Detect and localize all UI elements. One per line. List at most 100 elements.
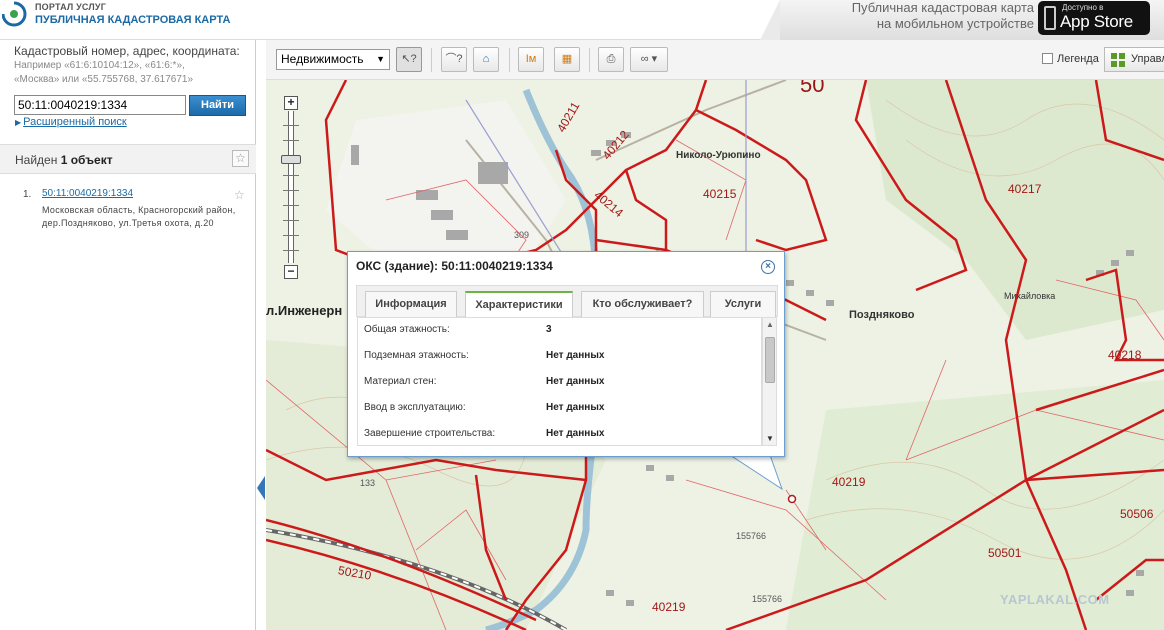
scroll-down-icon[interactable]: ▼ xyxy=(766,434,774,443)
map-label-quarter: 40215 xyxy=(703,187,737,201)
measure-area-icon[interactable]: ▦ xyxy=(554,47,580,72)
characteristic-row: Материал стен: Нет данных xyxy=(358,370,758,396)
search-button[interactable]: Найти xyxy=(189,95,246,116)
characteristic-label: Ввод в эксплуатацию: xyxy=(364,402,466,413)
characteristic-row: Завершение строительства: Нет данных xyxy=(358,422,758,445)
advanced-search-link[interactable]: ▶ Расширенный поиск xyxy=(15,116,127,128)
tab-information[interactable]: Информация xyxy=(365,291,457,317)
watermark: YAPLAKAL.COM xyxy=(1000,592,1110,607)
map-toolbar: Недвижимость ▼ ↖? ⌒? ⌂ Iм ▦ ⎙ ∞ ▾ Легенд… xyxy=(266,40,1164,80)
manage-layers-button[interactable]: Управл xyxy=(1104,47,1164,72)
identify-area-icon[interactable]: ⌒? xyxy=(441,47,467,72)
tab-who-serves[interactable]: Кто обслуживает? xyxy=(581,291,704,317)
map-label-quarter: 40219 xyxy=(832,475,866,489)
results-found-label: Найден xyxy=(15,153,61,167)
portal-logo-icon[interactable] xyxy=(2,0,30,30)
zoom-in-button[interactable]: + xyxy=(284,96,298,110)
results-count: 1 объект xyxy=(60,153,113,167)
result-star-icon[interactable]: ☆ xyxy=(234,188,245,202)
characteristic-value: Нет данных xyxy=(546,428,605,439)
map-label-district: 50 xyxy=(800,80,825,97)
search-input[interactable] xyxy=(14,95,186,115)
characteristic-value: Нет данных xyxy=(546,376,605,387)
phone-icon xyxy=(1044,6,1056,30)
characteristic-label: Материал стен: xyxy=(364,376,437,387)
map-label-parcel: 309 xyxy=(514,230,530,240)
zoom-tick xyxy=(283,125,299,126)
portal-name: ПОРТАЛ УСЛУГ xyxy=(35,2,106,12)
favorite-star-icon[interactable]: ☆ xyxy=(232,150,249,167)
layer-select[interactable]: Недвижимость ▼ xyxy=(276,49,390,70)
collapse-sidebar-icon[interactable] xyxy=(257,476,265,500)
appstore-big-text: App Store xyxy=(1060,12,1133,31)
zoom-slider-track[interactable] xyxy=(288,111,294,263)
toolbar-separator xyxy=(509,48,510,72)
map-label-quarter: 50506 xyxy=(1120,507,1154,521)
triangle-right-icon: ▶ xyxy=(15,118,22,127)
search-label: Кадастровый номер, адрес, координата: xyxy=(14,44,240,58)
map-label-parcel: 133 xyxy=(360,478,376,488)
result-number: 1. xyxy=(23,189,32,200)
results-count-text: Найден 1 объект xyxy=(15,153,113,167)
zoom-tick xyxy=(283,250,299,251)
layer-select-value: Недвижимость xyxy=(281,52,364,66)
characteristic-label: Общая этажность: xyxy=(364,324,450,335)
popup-scrollbar[interactable]: ▲ ▼ xyxy=(762,317,777,446)
characteristic-row: Подземная этажность: Нет данных xyxy=(358,344,758,370)
result-cadastral-link[interactable]: 50:11:0040219:1334 xyxy=(42,188,133,199)
map-label-street: л.Инженерн xyxy=(266,303,343,318)
toolbar-separator xyxy=(431,48,432,72)
mobile-banner-line2: на мобильном устройстве xyxy=(876,16,1034,31)
zoom-tick xyxy=(283,205,299,206)
map-label-parcel: 155766 xyxy=(736,531,767,541)
zoom-tick xyxy=(283,235,299,236)
map-label-quarter: 40219 xyxy=(652,600,686,614)
toolbar-separator xyxy=(589,48,590,72)
advanced-search-label: Расширенный поиск xyxy=(23,116,127,128)
characteristic-row: Ввод в эксплуатацию: Нет данных xyxy=(358,396,758,422)
legend-label[interactable]: Легенда xyxy=(1057,53,1099,65)
mobile-banner-line1: Публичная кадастровая карта xyxy=(851,0,1034,15)
object-info-popup: ОКС (здание): 50:11:0040219:1334 × Инфор… xyxy=(347,251,785,457)
result-address: Московская область, Красногорский район,… xyxy=(42,205,236,228)
tab-services[interactable]: Услуги xyxy=(710,291,776,317)
map-label-quarter: 40218 xyxy=(1108,348,1142,362)
search-hint: «Москва» или «55.755768, 37.617671» xyxy=(14,74,194,85)
zoom-tick xyxy=(283,175,299,176)
map-label-parcel: 155766 xyxy=(752,594,783,604)
appstore-button[interactable]: Доступно в App Store xyxy=(1038,1,1150,35)
dropdown-arrow-icon: ▼ xyxy=(376,54,385,64)
scroll-up-icon[interactable]: ▲ xyxy=(766,320,774,329)
mobile-banner[interactable]: Публичная кадастровая карта на мобильном… xyxy=(760,0,1164,40)
characteristic-label: Подземная этажность: xyxy=(364,350,469,361)
characteristic-value: 3 xyxy=(546,324,552,335)
characteristic-value: Нет данных xyxy=(546,350,605,361)
print-icon[interactable]: ⎙ xyxy=(598,47,624,72)
map-label-place: Николо-Урюпино xyxy=(676,150,761,161)
map-label-quarter: 50501 xyxy=(988,546,1022,560)
characteristic-value: Нет данных xyxy=(546,402,605,413)
identify-cursor-icon[interactable]: ↖? xyxy=(396,47,422,72)
zoom-slider-handle[interactable] xyxy=(281,155,301,164)
results-header: Найден 1 объект ☆ xyxy=(0,144,256,174)
tab-characteristics[interactable]: Характеристики xyxy=(465,291,573,318)
zoom-tick xyxy=(283,140,299,141)
measure-distance-icon[interactable]: Iм xyxy=(518,47,544,72)
zoom-out-button[interactable]: − xyxy=(284,265,298,279)
header: ПОРТАЛ УСЛУГ ПУБЛИЧНАЯ КАДАСТРОВАЯ КАРТА… xyxy=(0,0,1164,40)
link-icon[interactable]: ∞ ▾ xyxy=(630,47,668,72)
characteristic-label: Завершение строительства: xyxy=(364,428,496,439)
layers-grid-icon xyxy=(1111,53,1125,67)
sidebar: Кадастровый номер, адрес, координата: На… xyxy=(0,40,265,630)
legend-checkbox[interactable] xyxy=(1042,53,1053,64)
zoom-tick xyxy=(283,220,299,221)
scrollbar-thumb[interactable] xyxy=(765,337,775,383)
manage-layers-label: Управл xyxy=(1131,53,1164,65)
zoom-tick xyxy=(283,190,299,191)
close-icon[interactable]: × xyxy=(761,260,775,274)
identify-building-icon[interactable]: ⌂ xyxy=(473,47,499,72)
portal-title[interactable]: ПУБЛИЧНАЯ КАДАСТРОВАЯ КАРТА xyxy=(35,14,230,26)
map-label-place: Михайловка xyxy=(1004,291,1056,301)
popup-pointer xyxy=(730,455,783,491)
appstore-small-text: Доступно в xyxy=(1062,3,1104,12)
